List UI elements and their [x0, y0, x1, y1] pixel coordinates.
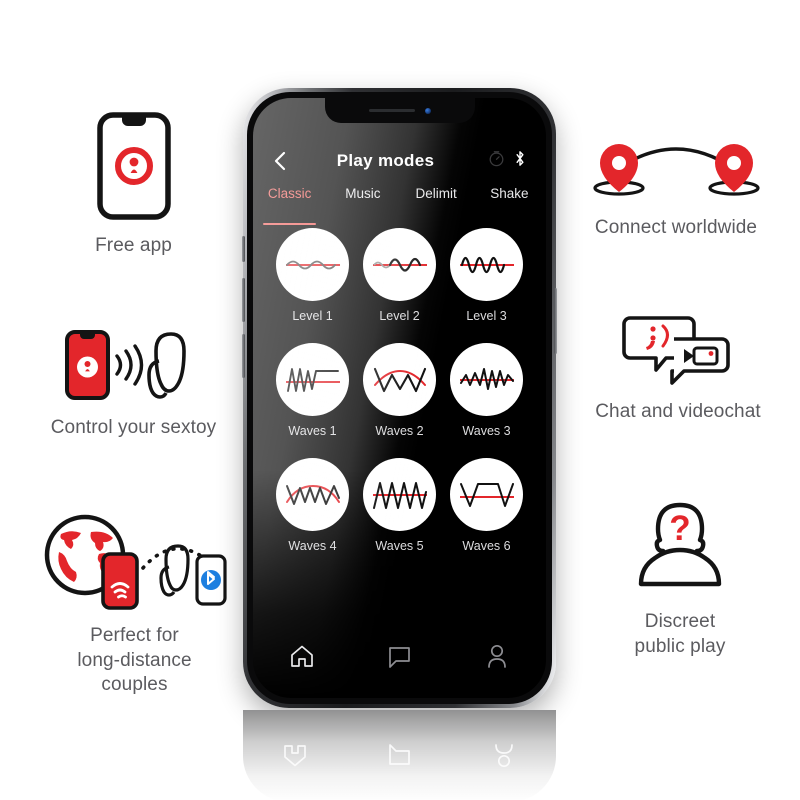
feature-caption: Connect worldwide	[594, 217, 758, 238]
tab-delimit[interactable]: Delimit	[400, 186, 473, 218]
phone-mockup: Play modes Classic Music Delimit Shake L…	[242, 88, 557, 708]
phone-with-lock-logo-icon	[96, 112, 171, 220]
tab-bar: Classic Music Delimit Shake	[253, 186, 546, 225]
timer-dial-icon[interactable]	[488, 150, 505, 172]
wave-disc	[276, 228, 349, 301]
tab-classic[interactable]: Classic	[253, 186, 326, 225]
chevron-left-icon[interactable]	[273, 151, 293, 171]
front-camera	[424, 107, 431, 114]
mode-label: Waves 3	[462, 424, 511, 438]
speech-bubbles-camera-icon	[622, 312, 734, 386]
reflection-profile-icon	[452, 743, 556, 768]
reflection-nav	[243, 738, 556, 772]
phone-frame: Play modes Classic Music Delimit Shake L…	[242, 88, 557, 708]
mode-waves-2[interactable]: Waves 2	[356, 343, 443, 438]
mode-waves-3[interactable]: Waves 3	[443, 343, 530, 438]
volume-down-button[interactable]	[242, 334, 245, 378]
mode-label: Level 1	[292, 309, 333, 323]
mode-level-1[interactable]: Level 1	[269, 228, 356, 323]
feature-caption: Free app	[95, 235, 172, 256]
phone-signal-toy-icon	[59, 328, 209, 402]
mode-waves-5[interactable]: Waves 5	[356, 458, 443, 553]
wave-disc	[276, 343, 349, 416]
reflection-body	[243, 710, 556, 800]
nav-home[interactable]	[253, 644, 351, 674]
header-actions	[478, 149, 526, 173]
mute-switch[interactable]	[242, 236, 245, 262]
page-title: Play modes	[336, 151, 435, 170]
wave-disc	[363, 343, 436, 416]
feature-free-app: Free app	[36, 112, 231, 259]
feature-discreet-play: ? Discreet public play	[600, 500, 760, 659]
chat-bubble-icon	[387, 645, 412, 674]
mode-label: Waves 6	[462, 539, 511, 553]
wave-disc	[450, 228, 523, 301]
feature-chat-videochat: Chat and videochat	[580, 312, 776, 425]
mode-label: Level 3	[466, 309, 507, 323]
volume-up-button[interactable]	[242, 278, 245, 322]
home-icon	[289, 644, 315, 674]
wave-disc	[363, 228, 436, 301]
person-icon	[486, 644, 508, 674]
nav-chat[interactable]	[351, 645, 449, 674]
feature-caption: Perfect for long-distance couples	[77, 625, 192, 696]
mode-label: Waves 1	[288, 424, 337, 438]
bluetooth-icon[interactable]	[514, 149, 526, 173]
mode-waves-6[interactable]: Waves 6	[443, 458, 530, 553]
reflection-fade	[243, 710, 556, 800]
app-screen: Play modes Classic Music Delimit Shake L…	[253, 98, 546, 698]
mode-waves-1[interactable]: Waves 1	[269, 343, 356, 438]
mode-level-3[interactable]: Level 3	[443, 228, 530, 323]
feature-connect-worldwide: Connect worldwide	[572, 140, 780, 241]
feature-caption: Discreet public play	[634, 611, 726, 657]
two-map-pins-arc-icon	[589, 140, 764, 202]
app-header: Play modes	[253, 144, 546, 178]
promo-layout: Free app Control your sextoy Perfect for…	[0, 0, 800, 800]
wave-disc	[450, 343, 523, 416]
feature-caption: Chat and videochat	[595, 401, 761, 422]
power-button[interactable]	[554, 288, 557, 354]
phone-bezel: Play modes Classic Music Delimit Shake L…	[247, 92, 552, 704]
mode-label: Waves 5	[375, 539, 424, 553]
play-mode-grid: Level 1 Level 2 Level 3 Waves 1 Waves 2 …	[269, 228, 530, 553]
mode-level-2[interactable]: Level 2	[356, 228, 443, 323]
bottom-nav	[253, 642, 546, 676]
phone-reflection	[243, 710, 556, 800]
wave-disc	[276, 458, 349, 531]
reflection-home-icon	[243, 743, 347, 768]
svg-text:?: ?	[669, 509, 690, 548]
nav-profile[interactable]	[448, 644, 546, 674]
mode-waves-4[interactable]: Waves 4	[269, 458, 356, 553]
wave-disc	[450, 458, 523, 531]
feature-long-distance: Perfect for long-distance couples	[22, 512, 247, 698]
mode-label: Waves 4	[288, 539, 337, 553]
reflection-chat-icon	[347, 743, 451, 767]
mode-label: Level 2	[379, 309, 420, 323]
tab-music[interactable]: Music	[326, 186, 399, 218]
globe-phone-bluetooth-toy-icon	[37, 512, 233, 610]
wave-disc	[363, 458, 436, 531]
anonymous-person-question-icon: ?	[627, 500, 733, 596]
feature-caption: Control your sextoy	[50, 417, 217, 438]
feature-control-sextoy: Control your sextoy	[26, 328, 241, 441]
earpiece-speaker	[368, 109, 415, 112]
notch	[324, 98, 475, 123]
tab-shake[interactable]: Shake	[473, 186, 546, 218]
mode-label: Waves 2	[375, 424, 424, 438]
